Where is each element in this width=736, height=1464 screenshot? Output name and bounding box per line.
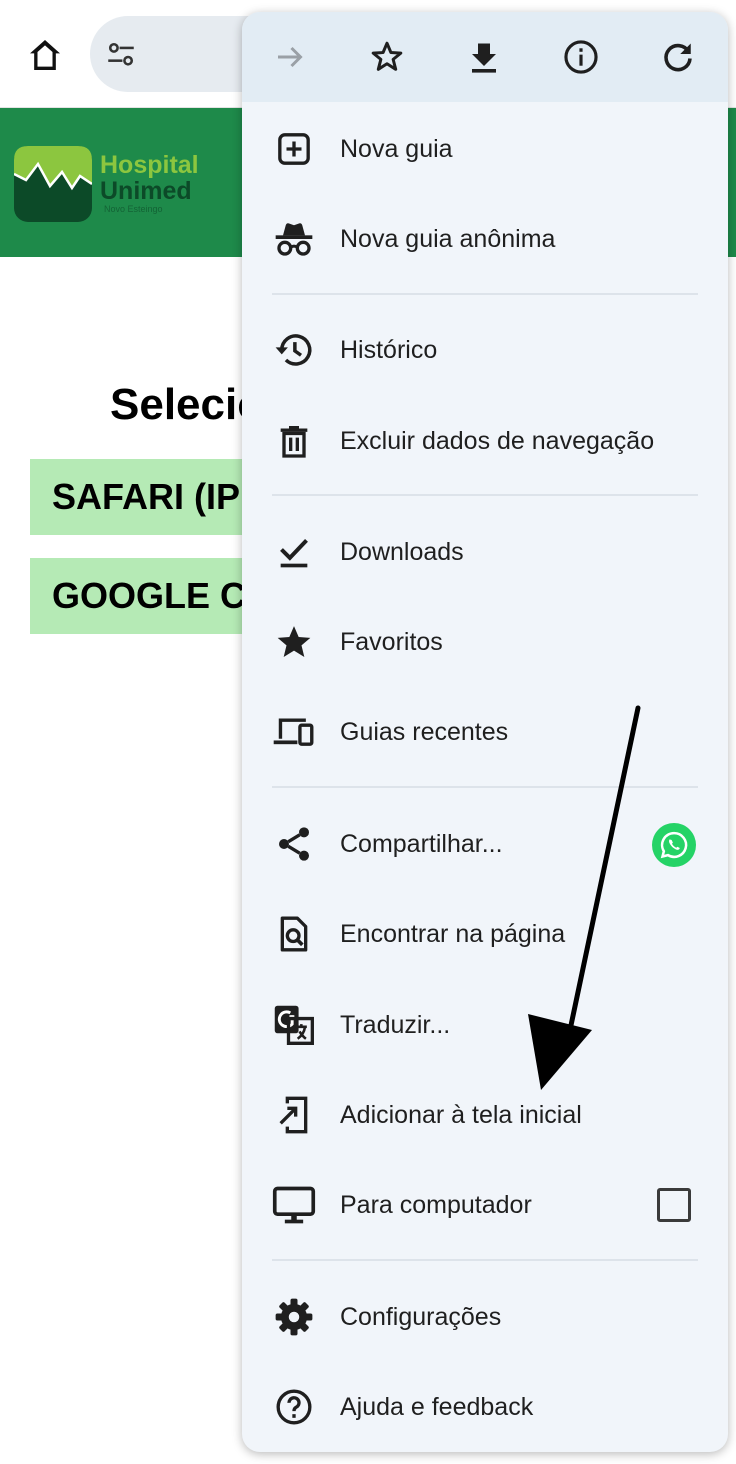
download-page-button[interactable]: [463, 36, 505, 78]
menu-item-label: Favoritos: [340, 628, 443, 656]
menu-item-incognito-tab[interactable]: Nova guia anônima: [242, 194, 728, 284]
forward-button[interactable]: [269, 36, 311, 78]
menu-item-label: Configurações: [340, 1303, 502, 1331]
download-icon: [472, 43, 496, 73]
menu-item-label: Ajuda e feedback: [340, 1393, 534, 1421]
menu-divider: [272, 786, 698, 788]
menu-item-clear-browsing-data[interactable]: Excluir dados de navegação: [242, 396, 728, 486]
menu-item-label: Guias recentes: [340, 718, 509, 746]
tune-icon: [108, 42, 134, 66]
share-icon: [272, 822, 316, 866]
devices-icon: [272, 710, 316, 754]
page-heading: Selecio: [110, 380, 265, 429]
menu-divider: [272, 1259, 698, 1261]
menu-divider: [272, 293, 698, 295]
trash-icon: [272, 419, 316, 463]
history-icon: [272, 328, 316, 372]
menu-item-history[interactable]: Histórico: [242, 305, 728, 395]
desktop-site-checkbox[interactable]: [657, 1188, 691, 1222]
bookmark-star-icon: [371, 41, 403, 71]
whatsapp-icon: [660, 831, 688, 859]
downloads-check-icon: [272, 530, 316, 574]
menu-item-label: Histórico: [340, 336, 438, 364]
info-icon: [564, 40, 598, 74]
menu-item-find-in-page[interactable]: Encontrar na página: [242, 889, 728, 979]
forward-icon: [278, 46, 303, 68]
logo-line-2: Unimed: [100, 177, 192, 205]
menu-divider: [272, 494, 698, 496]
menu-action-bar: [242, 12, 728, 102]
menu-item-label: Excluir dados de navegação: [340, 427, 655, 455]
new-tab-icon: [272, 127, 316, 171]
menu-item-label: Adicionar à tela inicial: [340, 1101, 582, 1129]
find-in-page-icon: [272, 912, 316, 956]
refresh-icon: [664, 43, 692, 72]
help-icon: [272, 1385, 316, 1429]
bookmark-button[interactable]: [366, 36, 408, 78]
menu-item-downloads[interactable]: Downloads: [242, 507, 728, 597]
browser-overflow-menu: Nova guia Nova guia anônima Histórico Ex…: [242, 12, 728, 1452]
menu-item-label: Compartilhar...: [340, 830, 503, 858]
menu-item-label: Traduzir...: [340, 1011, 451, 1039]
hospital-logo-icon: [14, 146, 92, 222]
logo-line-3: Novo Esteingo: [104, 204, 163, 214]
home-button[interactable]: [22, 32, 68, 78]
menu-item-help-feedback[interactable]: Ajuda e feedback: [242, 1362, 728, 1452]
desktop-icon: [272, 1183, 316, 1227]
settings-icon: [272, 1295, 316, 1339]
menu-item-label: Downloads: [340, 538, 464, 566]
whatsapp-share-button[interactable]: [652, 823, 696, 867]
logo-line-1: Hospital: [100, 151, 199, 179]
menu-item-add-to-home-screen[interactable]: Adicionar à tela inicial: [242, 1070, 728, 1160]
hospital-logo-text: Hospital Unimed Novo Esteingo: [100, 152, 199, 214]
menu-item-bookmarks[interactable]: Favoritos: [242, 597, 728, 687]
refresh-button[interactable]: [657, 36, 699, 78]
star-icon: [272, 620, 316, 664]
menu-item-label: Para computador: [340, 1191, 532, 1219]
home-icon: [30, 40, 60, 70]
menu-item-label: Encontrar na página: [340, 920, 566, 948]
add-to-home-icon: [272, 1093, 316, 1137]
menu-item-share[interactable]: Compartilhar...: [242, 799, 728, 889]
menu-item-new-tab[interactable]: Nova guia: [242, 104, 728, 194]
incognito-icon: [272, 217, 316, 261]
menu-item-recent-tabs[interactable]: Guias recentes: [242, 687, 728, 777]
menu-item-settings[interactable]: Configurações: [242, 1272, 728, 1362]
site-settings-button[interactable]: [104, 38, 138, 72]
translate-icon: [272, 1003, 316, 1047]
menu-item-label: Nova guia: [340, 135, 453, 163]
menu-item-label: Nova guia anônima: [340, 225, 556, 253]
page-info-button[interactable]: [560, 36, 602, 78]
menu-item-desktop-site[interactable]: Para computador: [242, 1160, 728, 1250]
menu-item-translate[interactable]: Traduzir...: [242, 980, 728, 1070]
